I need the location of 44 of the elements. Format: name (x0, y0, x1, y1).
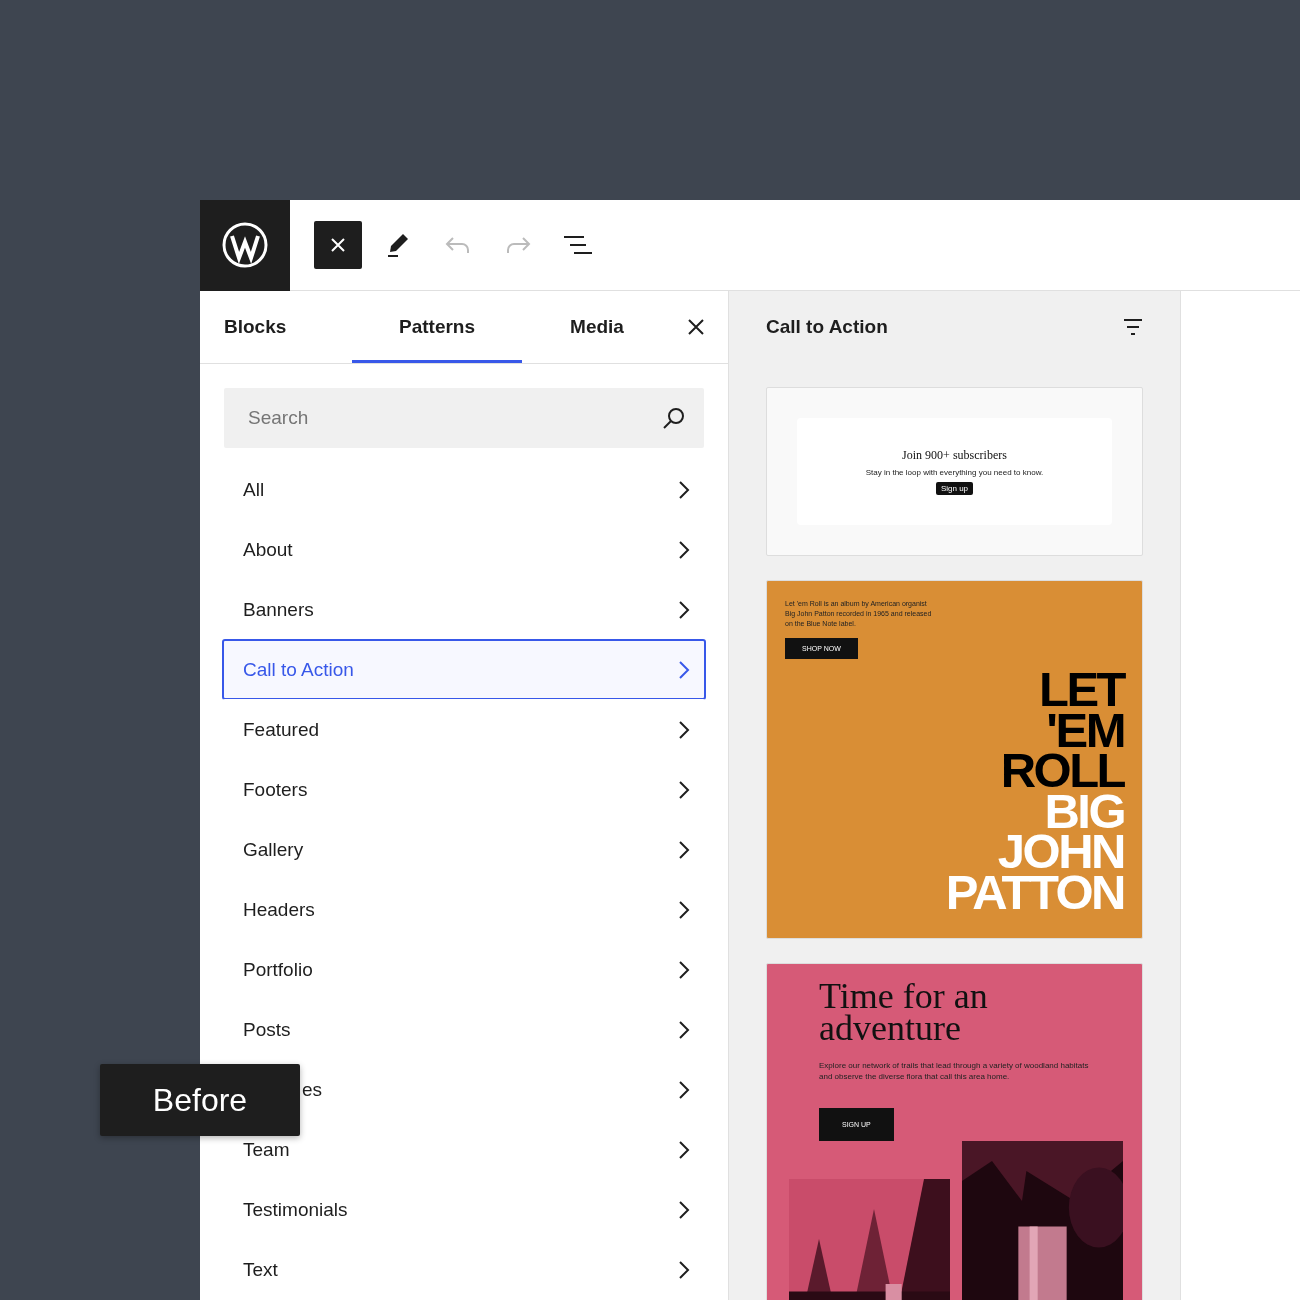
chevron-right-icon (678, 599, 690, 620)
pattern-heading: Join 900+ subscribers (902, 447, 1007, 463)
site-logo[interactable] (200, 199, 290, 291)
chevron-right-icon (678, 659, 690, 680)
category-title: Call to Action (766, 316, 888, 338)
album-title-line: ROLL (1000, 750, 1124, 791)
close-icon (330, 237, 346, 253)
pencil-icon (386, 232, 410, 258)
search-field[interactable]: Search (224, 388, 704, 448)
tab[interactable]: Blocks (224, 291, 352, 363)
search-icon (662, 406, 686, 430)
tab[interactable]: Media (522, 291, 672, 363)
album-title-line: LET (1038, 669, 1124, 710)
chevron-right-icon (678, 1079, 690, 1100)
category-item[interactable]: Call to Action (222, 639, 706, 700)
pattern-text: Stay in the loop with everything you need to know. (865, 466, 1044, 479)
close-icon (688, 319, 704, 335)
album-title-line: JOHN (997, 831, 1124, 872)
close-button[interactable] (314, 221, 362, 269)
chevron-right-icon (678, 539, 690, 560)
pattern-preview[interactable]: Join 900+ subscribers Stay in the loop with everything you need to know. Sign up (766, 387, 1143, 556)
chevron-right-icon (678, 839, 690, 860)
wordpress-logo-icon (222, 222, 268, 268)
list-view-icon (564, 235, 592, 255)
chevron-right-icon (678, 1259, 690, 1280)
filter-icon[interactable] (1123, 318, 1143, 336)
album-title-line: BIG (1044, 790, 1124, 832)
chevron-right-icon (678, 479, 690, 500)
chevron-right-icon (678, 899, 690, 920)
pattern-heading: Time for an adventure (819, 980, 989, 1044)
chevron-right-icon (678, 1139, 690, 1160)
redo-icon (505, 236, 531, 254)
before-label: Before (100, 1064, 300, 1136)
chevron-right-icon (678, 959, 690, 980)
pattern-text: Explore our network of trails that lead through a variety of woodland habitats and observe the diverse flora that call this area home. (819, 1060, 1089, 1083)
chevron-right-icon (678, 779, 690, 800)
chevron-right-icon (678, 1199, 690, 1220)
tab[interactable]: Patterns (352, 291, 522, 363)
signup-button: Sign up (935, 482, 974, 496)
chevron-right-icon (678, 719, 690, 740)
chevron-right-icon (678, 1019, 690, 1040)
undo-icon (445, 236, 471, 254)
album-title-line: 'EM (1046, 709, 1124, 751)
album-title-line: PATTON (945, 871, 1124, 913)
